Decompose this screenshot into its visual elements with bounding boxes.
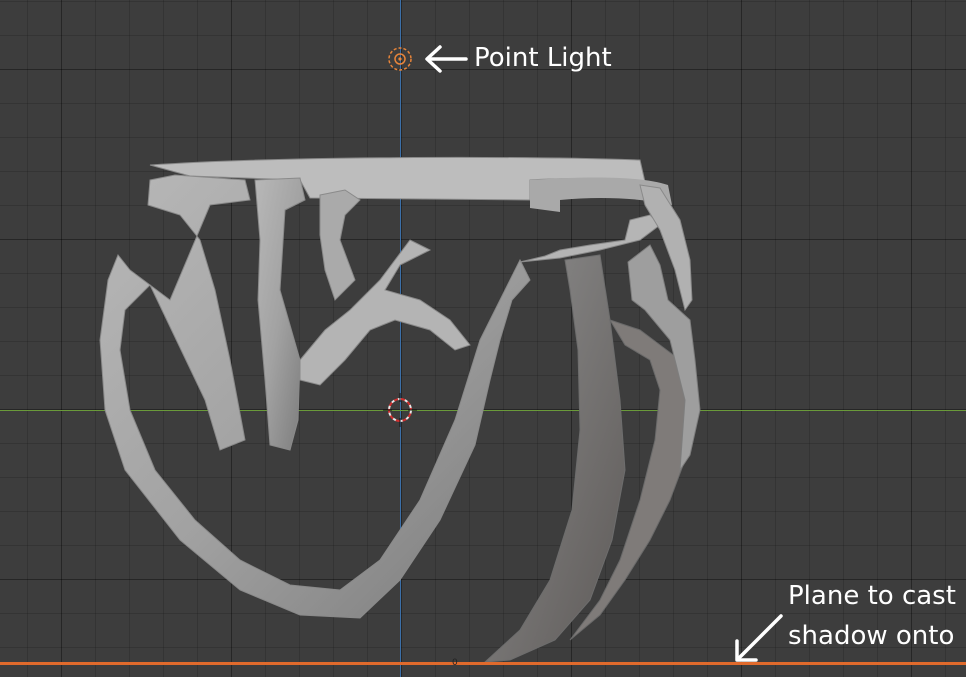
plane-label-line-1: Plane to cast [788,581,956,611]
point-light-label: Point Light [474,43,612,73]
3d-cursor-icon [383,393,417,427]
arrow-down-left-icon [735,614,783,662]
point-light-icon[interactable] [388,47,412,71]
arrow-left-icon [425,45,468,73]
origin-marker: 0 [452,658,458,668]
lantern-right-glyph [483,184,701,663]
3d-viewport[interactable]: 0 Point Light Plane to cast shadow onto [0,0,966,677]
lantern-left-glyph [99,174,531,619]
plane-label-line-2: shadow onto [788,621,955,651]
ground-plane[interactable] [0,662,966,665]
